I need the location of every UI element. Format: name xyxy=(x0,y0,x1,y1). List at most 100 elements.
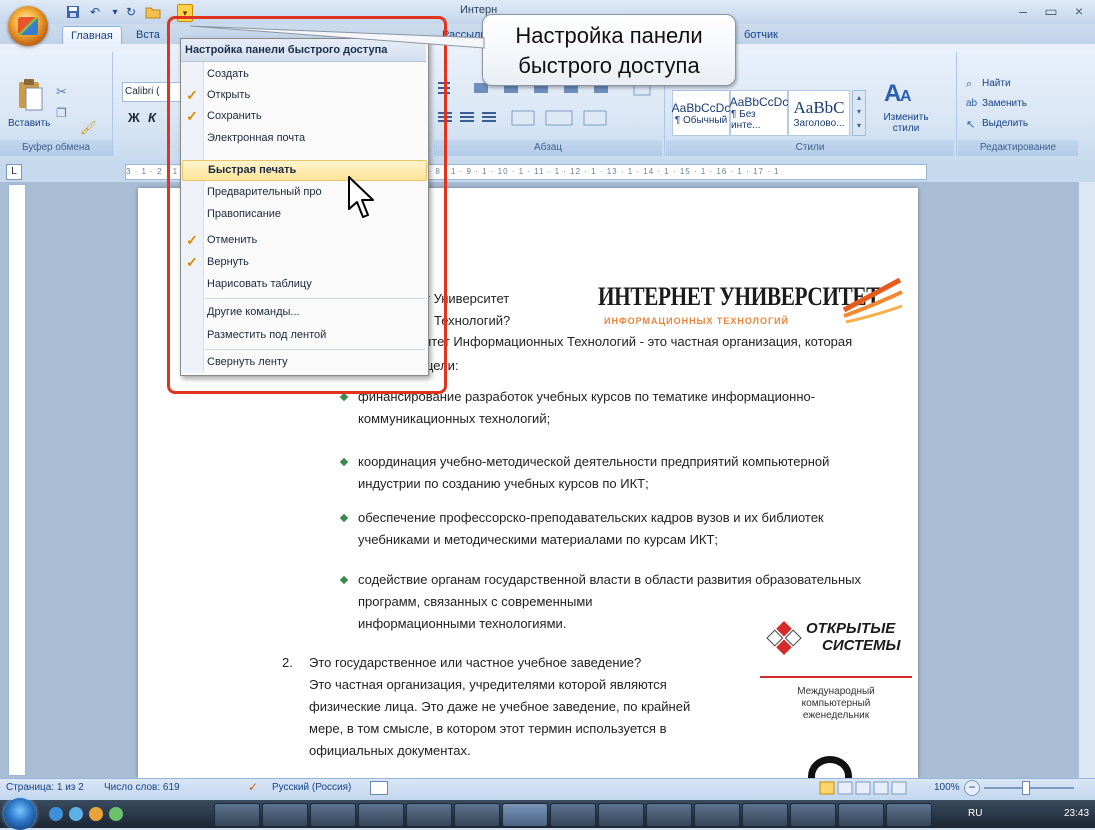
os-logo-divider xyxy=(760,676,912,678)
bullet-line: учебниками и методическими материалами п… xyxy=(358,532,719,547)
taskbar-button[interactable] xyxy=(838,803,884,827)
ribbon-separator xyxy=(956,52,957,156)
taskbar-button[interactable] xyxy=(406,803,452,827)
zoom-out-button[interactable]: − xyxy=(964,780,980,796)
os-logo-line1: ОТКРЫТЫЕ xyxy=(806,620,896,637)
bullet-line: обеспечение профессорско-преподавательск… xyxy=(358,510,824,525)
select-icon: ↖ xyxy=(966,119,976,131)
taskbar-button[interactable] xyxy=(454,803,500,827)
taskbar-button[interactable] xyxy=(646,803,692,827)
paragraph-align-buttons[interactable] xyxy=(434,108,658,128)
replace-button[interactable]: Заменить xyxy=(982,98,1027,109)
taskbar-button[interactable] xyxy=(214,803,260,827)
item2-line: Это государственное или частное учебное … xyxy=(309,655,642,670)
change-styles-icon[interactable]: A xyxy=(884,80,901,108)
taskbar-button[interactable] xyxy=(550,803,596,827)
bullet-line: координация учебно-методической деятельн… xyxy=(358,454,830,469)
italic-button[interactable]: К xyxy=(148,110,156,125)
paste-icon[interactable] xyxy=(16,78,44,114)
tab-developer[interactable]: ботчик xyxy=(736,26,786,44)
callout-label: Настройка панели быстрого доступа xyxy=(482,14,736,86)
office-logo-icon xyxy=(18,17,38,35)
find-icon: ⌕ xyxy=(966,78,973,90)
mouse-cursor-icon xyxy=(348,176,378,223)
start-button[interactable] xyxy=(4,798,36,830)
group-editing-label: Редактирование xyxy=(958,140,1078,156)
os-caption-line: Международный xyxy=(797,686,875,697)
select-button[interactable]: Выделить xyxy=(982,118,1028,129)
taskbar-button[interactable] xyxy=(358,803,404,827)
vertical-ruler[interactable] xyxy=(8,184,26,776)
view-buttons[interactable] xyxy=(818,781,918,795)
style-name: ¶ Обычный xyxy=(674,114,728,126)
find-button[interactable]: Найти xyxy=(982,78,1011,89)
status-language[interactable]: Русский (Россия) xyxy=(272,782,351,793)
taskbar-button[interactable] xyxy=(694,803,740,827)
group-styles-label: Стили xyxy=(666,140,954,156)
item2-line: официальных документах. xyxy=(309,743,471,758)
format-painter-icon[interactable]: 🖌 xyxy=(80,120,98,136)
vertical-scrollbar[interactable] xyxy=(1078,182,1095,778)
paste-button[interactable]: Вставить xyxy=(8,118,50,129)
os-logo-caption: Международный компьютерный еженедельник xyxy=(760,686,912,722)
taskbar-button-active[interactable] xyxy=(502,803,548,827)
proofing-icon[interactable]: ✓ xyxy=(248,780,258,794)
macro-record-icon[interactable] xyxy=(370,781,388,795)
save-icon[interactable] xyxy=(64,4,82,20)
bullet-line: содействие органам государственной власт… xyxy=(358,572,861,587)
iu-logo-mark-icon xyxy=(840,276,904,327)
change-styles-button[interactable]: Изменить стили xyxy=(870,112,942,134)
list-number: 2. xyxy=(282,655,293,670)
ribbon-separator xyxy=(112,52,113,156)
style-normal[interactable]: AaBbCcDc ¶ Обычный xyxy=(672,90,730,136)
taskbar-button[interactable] xyxy=(790,803,836,827)
callout-line2: быстрого доступа xyxy=(518,53,700,78)
tab-insert[interactable]: Вста xyxy=(128,26,168,44)
replace-icon: ab xyxy=(966,98,978,109)
style-name: Заголово... xyxy=(793,117,845,129)
redo-icon[interactable]: ↻ xyxy=(122,4,140,20)
iu-logo-subtitle: ИНФОРМАЦИОННЫХ ТЕХНОЛОГИЙ xyxy=(604,316,790,326)
zoom-slider-thumb[interactable] xyxy=(1022,781,1030,795)
zoom-level[interactable]: 100% xyxy=(934,782,960,793)
clock[interactable]: 23:43 xyxy=(1064,808,1089,819)
tab-home[interactable]: Главная xyxy=(62,26,122,45)
minimize-button[interactable]: – xyxy=(1010,2,1036,20)
tab-selector[interactable]: L xyxy=(6,164,22,180)
doc-text-fragment: итет Информационных Технологий - это час… xyxy=(424,334,853,349)
input-language[interactable]: RU xyxy=(968,808,982,819)
style-heading[interactable]: AaBbC Заголово... xyxy=(788,90,850,136)
close-button[interactable]: × xyxy=(1066,2,1092,20)
styles-scroll[interactable]: ▴ ▾ ▾ xyxy=(852,90,866,136)
taskbar-button[interactable] xyxy=(886,803,932,827)
highlight-frame xyxy=(167,16,447,394)
item2-line: Это частная организация, учредителями ко… xyxy=(309,677,667,692)
quick-launch-icons[interactable] xyxy=(48,804,128,824)
open-icon[interactable] xyxy=(144,4,162,20)
maximize-button[interactable]: ▭ xyxy=(1038,2,1064,20)
item2-line: мере, в том смысле, в котором этот терми… xyxy=(309,721,667,736)
bullet-line: коммуникационных технологий; xyxy=(358,411,551,426)
bullet-line: информационными технологиями. xyxy=(358,616,567,631)
os-caption-line: еженедельник xyxy=(802,710,870,721)
os-logo-line2: СИСТЕМЫ xyxy=(822,637,901,654)
style-preview: AaBbC xyxy=(793,97,845,117)
status-page[interactable]: Страница: 1 из 2 xyxy=(6,782,84,793)
bold-button[interactable]: Ж xyxy=(128,110,140,125)
style-preview: AaBbCcDc xyxy=(671,100,731,115)
callout-line1: Настройка панели xyxy=(515,23,703,48)
taskbar-button[interactable] xyxy=(742,803,788,827)
change-styles-icon-small: A xyxy=(900,88,912,105)
undo-icon[interactable]: ↶ xyxy=(86,4,104,20)
taskbar-button[interactable] xyxy=(598,803,644,827)
callout-pointer xyxy=(189,24,486,57)
bullet-line: программ, связанных с современными xyxy=(358,594,593,609)
taskbar-button[interactable] xyxy=(262,803,308,827)
cut-icon[interactable]: ✂ xyxy=(56,84,74,100)
office-button[interactable] xyxy=(8,6,48,46)
copy-icon[interactable]: ❐ xyxy=(56,106,74,122)
group-paragraph-label: Абзац xyxy=(434,140,662,156)
status-words[interactable]: Число слов: 619 xyxy=(104,782,180,793)
taskbar-button[interactable] xyxy=(310,803,356,827)
style-no-spacing[interactable]: AaBbCcDc ¶ Без инте... xyxy=(730,90,788,136)
